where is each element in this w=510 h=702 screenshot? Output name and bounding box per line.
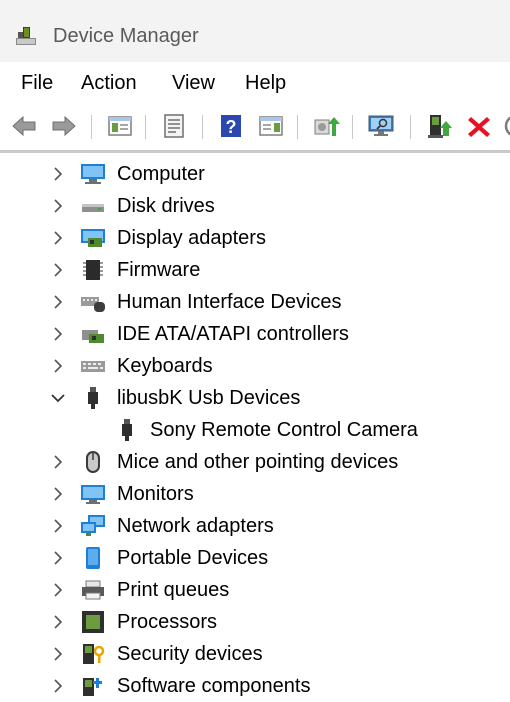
tree-node-label: Sony Remote Control Camera [150, 419, 418, 441]
chevron-right-icon[interactable] [49, 581, 67, 599]
toolbar-separator [352, 115, 353, 139]
device-manager-app-icon [14, 24, 38, 48]
chevron-right-icon[interactable] [49, 677, 67, 695]
title-bar: Device Manager [0, 0, 510, 62]
tree-node-label: libusbK Usb Devices [117, 387, 301, 409]
chevron-right-icon[interactable] [49, 261, 67, 279]
tree-node-label: Software components [117, 675, 311, 697]
tree-node-security-devices[interactable]: Security devices [0, 638, 510, 670]
toolbar: ? [0, 104, 510, 148]
ide-controller-icon [80, 322, 106, 346]
tree-node-computer[interactable]: Computer [0, 158, 510, 190]
tree-node-monitors[interactable]: Monitors [0, 478, 510, 510]
tree-node-label: Firmware [117, 259, 201, 281]
tree-node-label: Print queues [117, 579, 230, 601]
chevron-right-icon[interactable] [49, 485, 67, 503]
mouse-icon [80, 450, 106, 474]
menu-file[interactable]: File [19, 70, 55, 96]
tree-node-label: Human Interface Devices [117, 291, 342, 313]
chevron-right-icon[interactable] [49, 645, 67, 663]
monitor-icon [80, 482, 106, 506]
action-pane-icon[interactable] [257, 112, 285, 140]
tree-node-sony-remote-control-camera[interactable]: Sony Remote Control Camera [0, 414, 510, 446]
chevron-right-icon[interactable] [49, 357, 67, 375]
tree-node-processors[interactable]: Processors [0, 606, 510, 638]
tree-node-label: Network adapters [117, 515, 274, 537]
enable-device-icon[interactable] [425, 112, 453, 140]
toolbar-separator [297, 115, 298, 139]
tree-node-mice-and-other-pointing-devices[interactable]: Mice and other pointing devices [0, 446, 510, 478]
tree-node-label: Security devices [117, 643, 263, 665]
tree-node-print-queues[interactable]: Print queues [0, 574, 510, 606]
keyboard-icon [80, 354, 106, 378]
uninstall-device-icon[interactable] [465, 112, 493, 140]
tree-node-ide-ata-atapi-controllers[interactable]: IDE ATA/ATAPI controllers [0, 318, 510, 350]
disable-device-icon[interactable] [502, 112, 510, 140]
tree-node-label: Disk drives [117, 195, 215, 217]
display-adapter-icon [80, 226, 106, 250]
show-hide-console-tree-icon[interactable] [106, 112, 134, 140]
menu-bar: File Action View Help [0, 62, 510, 104]
processor-icon [80, 610, 106, 634]
tree-node-libusbk-usb-devices[interactable]: libusbK Usb Devices [0, 382, 510, 414]
tree-node-keyboards[interactable]: Keyboards [0, 350, 510, 382]
software-component-icon [80, 674, 106, 698]
tree-node-firmware[interactable]: Firmware [0, 254, 510, 286]
forward-arrow-icon[interactable] [50, 112, 78, 140]
properties-icon[interactable] [160, 112, 188, 140]
firmware-chip-icon [80, 258, 106, 282]
chevron-right-icon[interactable] [49, 197, 67, 215]
tree-node-disk-drives[interactable]: Disk drives [0, 190, 510, 222]
chevron-right-icon[interactable] [49, 165, 67, 183]
usb-plug-icon [114, 418, 140, 442]
tree-node-human-interface-devices[interactable]: Human Interface Devices [0, 286, 510, 318]
security-device-icon [80, 642, 106, 666]
chevron-right-icon[interactable] [49, 293, 67, 311]
computer-icon [80, 162, 106, 186]
tree-node-label: Display adapters [117, 227, 266, 249]
usb-plug-icon [80, 386, 106, 410]
toolbar-separator [91, 115, 92, 139]
chevron-right-icon[interactable] [49, 453, 67, 471]
tree-node-label: Computer [117, 163, 205, 185]
chevron-right-icon[interactable] [49, 517, 67, 535]
tree-node-label: Processors [117, 611, 218, 633]
toolbar-divider [0, 150, 510, 153]
tree-node-label: Mice and other pointing devices [117, 451, 399, 473]
window-title: Device Manager [53, 25, 199, 47]
disk-drive-icon [80, 194, 106, 218]
toolbar-separator [202, 115, 203, 139]
help-icon[interactable]: ? [217, 112, 245, 140]
chevron-right-icon[interactable] [49, 613, 67, 631]
printer-icon [80, 578, 106, 602]
chevron-right-icon[interactable] [49, 549, 67, 567]
update-driver-icon[interactable] [312, 112, 340, 140]
tree-node-display-adapters[interactable]: Display adapters [0, 222, 510, 254]
network-adapter-icon [80, 514, 106, 538]
tree-node-label: IDE ATA/ATAPI controllers [117, 323, 349, 345]
svg-text:?: ? [226, 117, 237, 137]
menu-help[interactable]: Help [243, 70, 288, 96]
portable-device-icon [80, 546, 106, 570]
tree-node-label: Portable Devices [117, 547, 269, 569]
tree-node-software-components[interactable]: Software components [0, 670, 510, 702]
toolbar-separator [145, 115, 146, 139]
back-arrow-icon[interactable] [10, 112, 38, 140]
scan-hardware-icon[interactable] [367, 112, 395, 140]
chevron-right-icon[interactable] [49, 229, 67, 247]
menu-view[interactable]: View [170, 70, 217, 96]
hid-icon [80, 290, 106, 314]
toolbar-separator [410, 115, 411, 139]
chevron-down-icon[interactable] [49, 389, 67, 407]
chevron-right-icon[interactable] [49, 325, 67, 343]
menu-action[interactable]: Action [79, 70, 139, 96]
tree-node-label: Monitors [117, 483, 194, 505]
tree-node-network-adapters[interactable]: Network adapters [0, 510, 510, 542]
tree-node-label: Keyboards [117, 355, 213, 377]
tree-node-portable-devices[interactable]: Portable Devices [0, 542, 510, 574]
